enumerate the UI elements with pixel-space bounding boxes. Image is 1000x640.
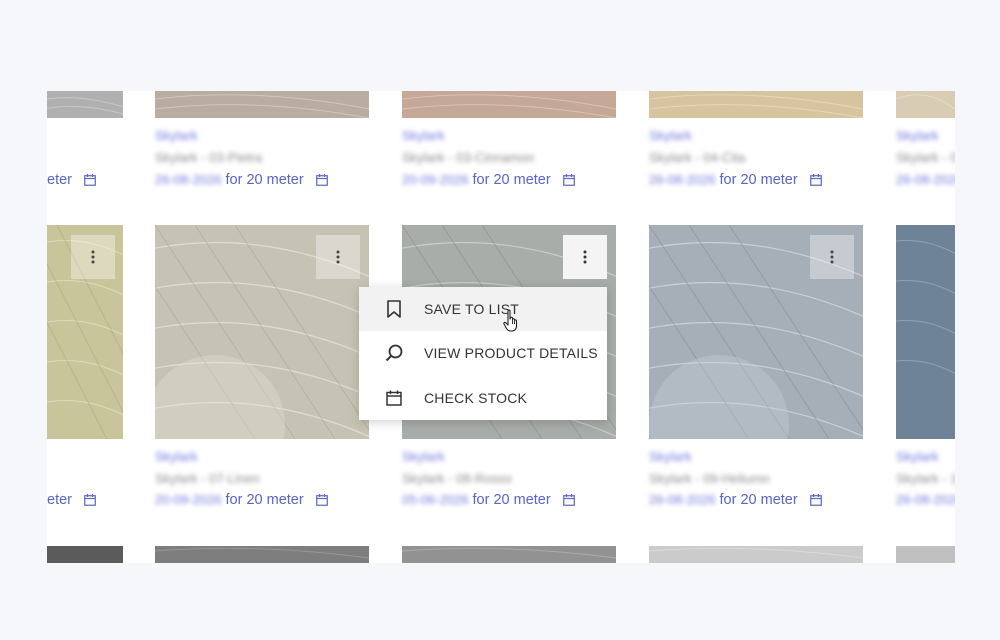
menu-item-view-product-details[interactable]: VIEW PRODUCT DETAILS	[359, 331, 607, 375]
product-image[interactable]	[402, 546, 616, 563]
calendar-icon[interactable]	[84, 174, 96, 190]
availability-line: 05-06-2026 for 20 meter	[402, 492, 575, 510]
product-code: Skylark - 03-Pietra	[155, 150, 262, 165]
product-brand[interactable]: Skylark	[896, 128, 939, 144]
product-brand[interactable]: Skylark	[649, 128, 692, 144]
availability-line: 26-08-2026	[896, 172, 955, 187]
calendar-icon[interactable]	[84, 494, 96, 510]
product-code: Skylark - 03-Cinnamon	[402, 150, 535, 165]
menu-item-save-to-list[interactable]: SAVE TO LIST	[359, 287, 607, 331]
availability-line: eter	[47, 172, 96, 190]
search-icon	[384, 344, 404, 362]
product-image[interactable]	[649, 546, 863, 563]
more-options-button[interactable]	[810, 235, 854, 279]
bookmark-icon	[384, 300, 404, 318]
menu-item-label: VIEW PRODUCT DETAILS	[424, 345, 598, 361]
more-options-button[interactable]	[71, 235, 115, 279]
product-image[interactable]	[47, 225, 123, 439]
calendar-icon[interactable]	[809, 174, 822, 190]
product-image[interactable]	[649, 225, 863, 439]
product-image[interactable]	[649, 91, 863, 118]
availability-line: 20-09-2026 for 20 meter	[402, 172, 575, 190]
product-image[interactable]	[47, 91, 123, 118]
product-brand[interactable]: Skylark	[155, 449, 198, 465]
more-options-button[interactable]	[563, 235, 607, 279]
availability-line: 26-08-2026	[896, 492, 955, 507]
product-brand[interactable]: Skylark	[402, 128, 445, 144]
product-image[interactable]	[402, 91, 616, 118]
product-code: Skylark - 08-Rosso	[402, 471, 512, 486]
calendar-icon[interactable]	[315, 174, 328, 190]
menu-item-check-stock[interactable]: CHECK STOCK	[359, 376, 607, 420]
product-image[interactable]	[155, 91, 369, 118]
calendar-icon[interactable]	[315, 494, 328, 510]
more-options-button[interactable]	[316, 235, 360, 279]
availability-line: 20-09-2026 for 20 meter	[155, 492, 328, 510]
calendar-icon[interactable]	[809, 494, 822, 510]
calendar-icon	[384, 390, 404, 406]
product-image[interactable]	[896, 546, 955, 563]
context-menu: SAVE TO LIST VIEW PRODUCT DETAILS CHECK …	[359, 287, 607, 420]
product-image[interactable]	[896, 91, 955, 118]
product-code: Skylark - 04	[896, 150, 955, 165]
product-code: Skylark - 10	[896, 471, 955, 486]
hand-cursor-icon	[503, 309, 521, 338]
product-brand[interactable]: Skylark	[896, 449, 939, 465]
product-code: Skylark - 07-Linen	[155, 471, 260, 486]
product-code: Skylark - 09-Heliumn	[649, 471, 770, 486]
product-brand[interactable]: Skylark	[402, 449, 445, 465]
product-brand[interactable]: Skylark	[155, 128, 198, 144]
product-code: Skylark - 04-Cita	[649, 150, 746, 165]
availability-line: 26-08-2026 for 20 meter	[649, 492, 822, 510]
menu-item-label: CHECK STOCK	[424, 390, 528, 406]
availability-line: 26-08-2026 for 20 meter	[649, 172, 822, 190]
product-image[interactable]	[896, 225, 955, 439]
product-brand[interactable]: Skylark	[649, 449, 692, 465]
product-image[interactable]	[47, 546, 123, 563]
product-image[interactable]	[155, 546, 369, 563]
calendar-icon[interactable]	[562, 174, 575, 190]
availability-line: 26-08-2026 for 20 meter	[155, 172, 328, 190]
availability-line: eter	[47, 492, 96, 510]
calendar-icon[interactable]	[562, 494, 575, 510]
product-image[interactable]	[155, 225, 369, 439]
